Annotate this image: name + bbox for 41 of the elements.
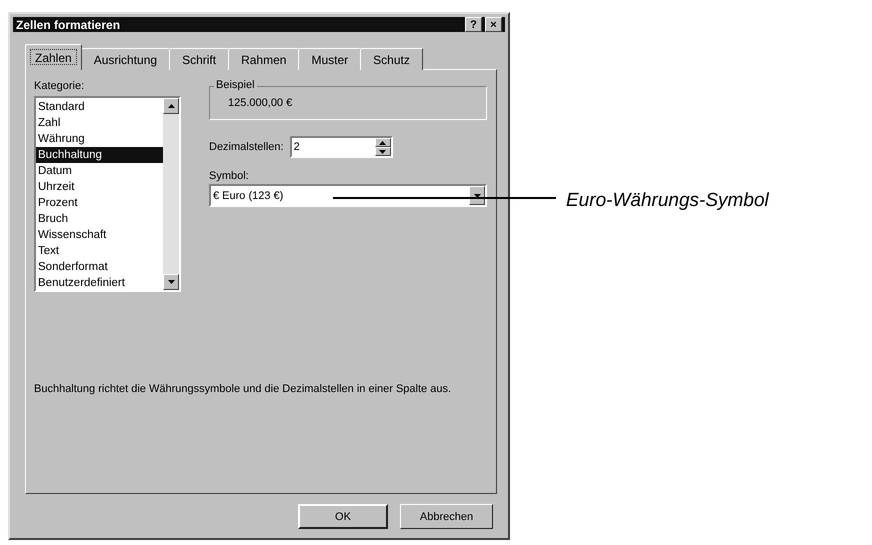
- window-title: Zellen formatieren: [16, 18, 120, 32]
- sample-value: 125.000,00 €: [228, 97, 292, 109]
- list-item[interactable]: Standard: [36, 99, 163, 115]
- scroll-up-button[interactable]: [163, 98, 179, 114]
- symbol-label: Symbol:: [209, 170, 250, 182]
- decimals-label: Dezimalstellen:: [209, 141, 284, 153]
- tab[interactable]: Schutz: [360, 48, 423, 70]
- tab[interactable]: Rahmen: [228, 48, 300, 70]
- close-button[interactable]: ×: [485, 17, 502, 32]
- list-item[interactable]: Text: [36, 243, 163, 259]
- list-item[interactable]: Sonderformat: [36, 259, 163, 275]
- tab[interactable]: Muster: [298, 48, 362, 70]
- list-item[interactable]: Benutzerdefiniert: [36, 275, 163, 291]
- annotation-label: Euro-Währungs-Symbol: [566, 190, 769, 212]
- down-arrow-icon: [168, 280, 174, 284]
- spin-up-button[interactable]: [374, 138, 391, 147]
- category-label: Kategorie:: [34, 80, 86, 92]
- up-arrow-icon: [168, 104, 174, 108]
- list-item[interactable]: Zahl: [36, 115, 163, 131]
- list-item[interactable]: Buchhaltung: [36, 147, 163, 163]
- list-item[interactable]: Datum: [36, 163, 163, 179]
- ok-button[interactable]: OK: [298, 504, 388, 529]
- list-item[interactable]: Prozent: [36, 195, 163, 211]
- group-title: Beispiel: [214, 79, 257, 91]
- help-button[interactable]: ?: [465, 17, 482, 32]
- scrollbar[interactable]: [163, 98, 179, 290]
- cancel-button[interactable]: Abbrechen: [400, 504, 493, 529]
- down-arrow-icon: [379, 150, 386, 154]
- list-item[interactable]: Uhrzeit: [36, 179, 163, 195]
- up-arrow-icon: [379, 140, 386, 144]
- tab[interactable]: Zahlen: [25, 44, 82, 70]
- tab[interactable]: Ausrichtung: [80, 48, 170, 70]
- list-item[interactable]: Währung: [36, 131, 163, 147]
- spin-down-button[interactable]: [374, 147, 391, 156]
- list-item[interactable]: Wissenschaft: [36, 227, 163, 243]
- scroll-down-button[interactable]: [163, 274, 179, 290]
- description-text: Buchhaltung richtet die Währungssymbole und die Dezimalstellen in einer Spalte aus.: [34, 382, 452, 396]
- symbol-dropdown[interactable]: € Euro (123 €): [209, 184, 487, 207]
- decimals-spin-field[interactable]: 2: [290, 136, 393, 158]
- list-item[interactable]: Bruch: [36, 211, 163, 227]
- tab[interactable]: Schrift: [169, 48, 230, 70]
